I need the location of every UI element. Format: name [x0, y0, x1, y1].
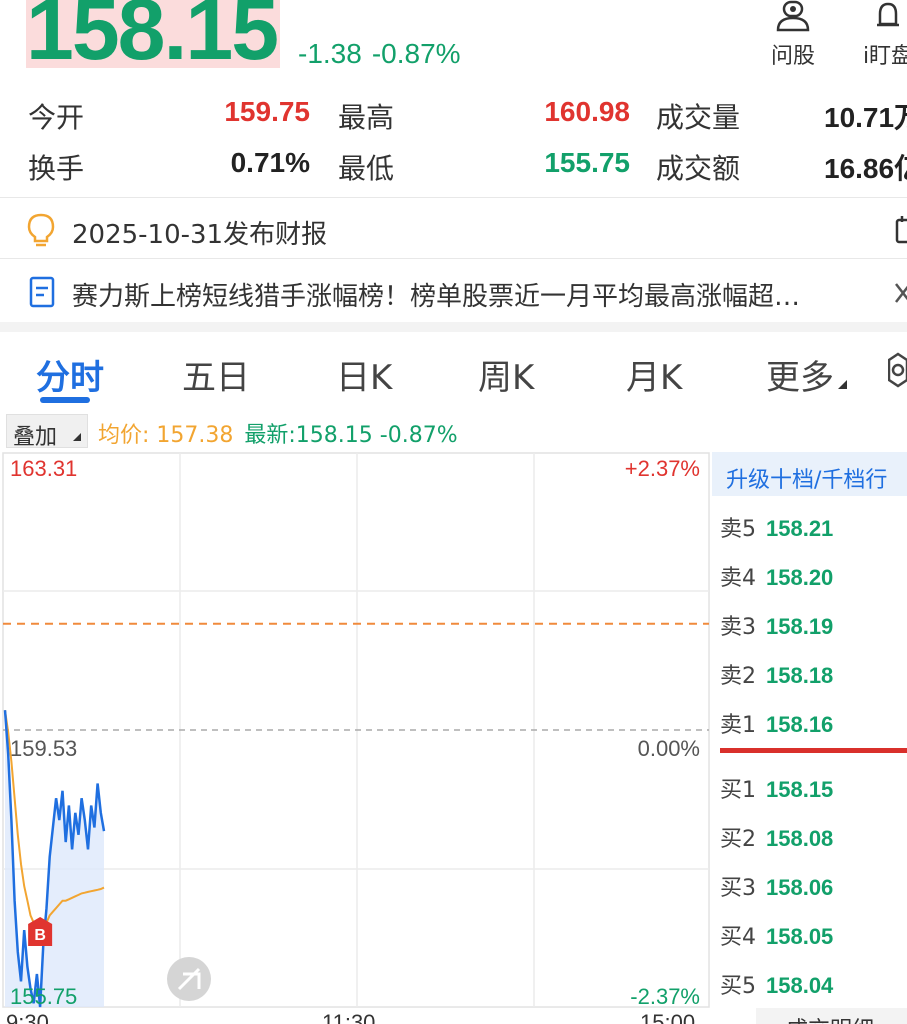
bid-price: 158.05: [766, 924, 834, 949]
y-label-bottom: 155.75: [10, 984, 77, 1009]
current-price: 158.15: [26, 0, 279, 78]
open-label: 今开: [28, 101, 85, 134]
robot-icon: [776, 0, 810, 32]
turnover-value: 0.71%: [230, 147, 310, 178]
bid-label: 买4: [720, 925, 756, 950]
settings-icon[interactable]: [888, 352, 907, 388]
bid-row: 买5 158.04: [720, 968, 833, 1000]
tab-monthly-k[interactable]: 月K: [626, 350, 682, 399]
active-tab-indicator: [40, 397, 90, 403]
bid-price: 158.04: [766, 973, 834, 998]
watch-button[interactable]: i盯盘: [858, 0, 907, 70]
amount-value: 16.86亿: [824, 153, 907, 184]
ask-label: 卖5: [720, 517, 756, 542]
document-icon: [29, 276, 55, 308]
ask-label: 卖2: [720, 664, 756, 689]
low-value: 155.75: [544, 147, 630, 178]
watch-label: i盯盘: [862, 44, 907, 69]
order-book-divider: [720, 748, 907, 753]
divider: [0, 197, 907, 198]
volume-value: 10.71万: [824, 102, 907, 133]
ask-row: 卖2 158.18: [720, 658, 833, 690]
section-separator: [0, 322, 907, 332]
watermark-icon: [167, 957, 211, 1001]
x-label-open: 9:30: [6, 1010, 49, 1024]
calendar-icon[interactable]: [894, 214, 907, 246]
high-value: 160.98: [544, 96, 630, 127]
bid-row: 买3 158.06: [720, 870, 833, 902]
volume-label: 成交量: [656, 101, 741, 134]
x-label-midday: 11:30: [322, 1010, 376, 1024]
tab-more-label: 更多: [766, 358, 834, 398]
price-change: -1.38 -0.87%: [298, 38, 471, 70]
buy-marker-label: B: [34, 927, 46, 944]
ask-stock-label: 问股: [770, 44, 815, 69]
ask-price: 158.19: [766, 614, 834, 639]
lightbulb-icon: [27, 213, 55, 247]
ask-price: 158.21: [766, 516, 834, 541]
chart-legend: 均价: 157.38 最新:158.15 -0.87%: [98, 417, 458, 449]
tab-weekly-k[interactable]: 周K: [478, 350, 534, 399]
tab-intraday[interactable]: 分时: [36, 350, 104, 399]
change-amount: -1.38: [298, 38, 362, 69]
ask-label: 卖3: [720, 615, 756, 640]
turnover-label: 换手: [28, 152, 85, 185]
pct-label-bottom: -2.37%: [630, 984, 700, 1009]
ask-row: 卖5 158.21: [720, 511, 833, 543]
ask-label: 卖4: [720, 566, 756, 591]
x-label-close: 15:00: [640, 1010, 696, 1024]
pct-label-mid: 0.00%: [638, 736, 700, 761]
y-label-mid: 159.53: [10, 736, 77, 761]
close-icon[interactable]: [894, 280, 907, 306]
bid-label: 买3: [720, 876, 756, 901]
bid-label: 买1: [720, 778, 756, 803]
overlay-button[interactable]: 叠加: [6, 414, 88, 450]
tab-more[interactable]: 更多: [766, 350, 847, 399]
news-headline[interactable]: 赛力斯上榜短线猎手涨幅榜！榜单股票近一月平均最高涨幅超…: [72, 276, 884, 313]
ask-row: 卖3 158.19: [720, 609, 833, 641]
bid-price: 158.08: [766, 826, 834, 851]
bid-price: 158.15: [766, 777, 834, 802]
bid-label: 买5: [720, 974, 756, 999]
earnings-notice[interactable]: 2025-10-31发布财报: [72, 214, 327, 251]
divider: [0, 258, 907, 259]
intraday-chart[interactable]: B 163.31 159.53 155.75 +2.37% 0.00% -2.3…: [0, 452, 712, 1024]
bell-icon: [877, 2, 899, 27]
ask-price: 158.16: [766, 712, 834, 737]
ask-row: 卖4 158.20: [720, 560, 833, 592]
ask-row: 卖1 158.16: [720, 707, 833, 739]
high-label: 最高: [338, 101, 395, 134]
open-value: 159.75: [224, 96, 310, 127]
caret-down-icon: [838, 380, 847, 389]
caret-down-icon: [73, 433, 81, 441]
avg-price-label: 均价: 157.38: [98, 423, 234, 448]
ask-stock-button[interactable]: 问股: [766, 0, 820, 70]
tab-daily-k[interactable]: 日K: [336, 350, 392, 399]
ask-price: 158.18: [766, 663, 834, 688]
bid-row: 买2 158.08: [720, 821, 833, 853]
latest-price-label: 最新:158.15 -0.87%: [244, 423, 458, 448]
y-label-top: 163.31: [10, 456, 77, 481]
ask-label: 卖1: [720, 713, 756, 738]
amount-label: 成交额: [656, 152, 741, 185]
order-book-upgrade[interactable]: 升级十档/千档行: [712, 452, 907, 496]
bid-price: 158.06: [766, 875, 834, 900]
tab-five-day[interactable]: 五日: [182, 350, 250, 399]
low-label: 最低: [338, 152, 395, 185]
bid-row: 买1 158.15: [720, 772, 833, 804]
trade-detail-tab[interactable]: 成交明细: [756, 1008, 907, 1024]
pct-label-top: +2.37%: [625, 456, 700, 481]
ask-price: 158.20: [766, 565, 834, 590]
overlay-label: 叠加: [13, 425, 58, 450]
bid-row: 买4 158.05: [720, 919, 833, 951]
change-percent: -0.87%: [371, 38, 461, 69]
bid-label: 买2: [720, 827, 756, 852]
